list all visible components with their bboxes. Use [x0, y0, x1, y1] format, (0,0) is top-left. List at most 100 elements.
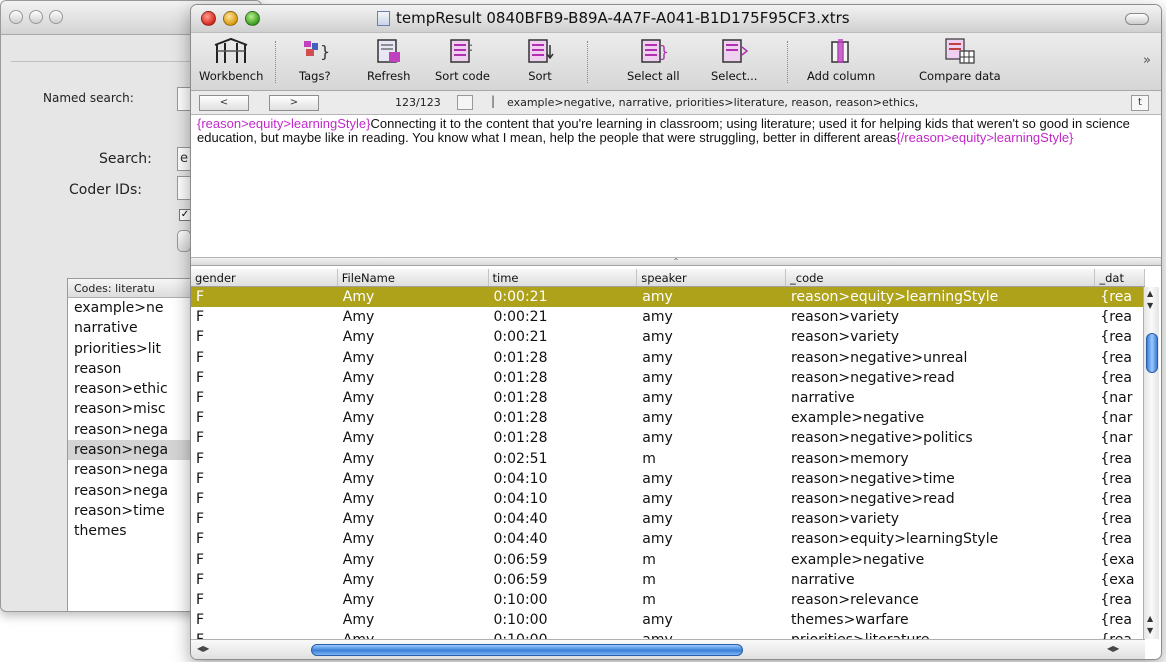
table-row[interactable]: F Amy 0:00:21 amy reason>variety {rea	[191, 327, 1145, 347]
table-row[interactable]: F Amy 0:10:00 m reason>relevance {rea	[191, 589, 1145, 610]
sort-code-button[interactable]: : Sort code	[435, 36, 490, 83]
cell-speaker: amy	[642, 490, 673, 507]
cell-code: reason>negative>unreal	[791, 349, 968, 366]
scroll-down-icon[interactable]: ▼	[1147, 626, 1153, 635]
cell-speaker: amy	[642, 369, 673, 386]
record-field[interactable]	[457, 95, 473, 110]
table-row[interactable]: F Amy 0:04:40 amy reason>variety {rea	[191, 509, 1145, 530]
add-column-button[interactable]: Add column	[807, 36, 875, 83]
table-row[interactable]: F Amy 0:04:40 amy reason>equity>learningStyl…	[191, 529, 1145, 549]
table-row[interactable]: F Amy 0:02:51 m reason>memory {rea	[191, 449, 1145, 469]
cell-data: {rea	[1100, 289, 1132, 306]
close-button[interactable]	[201, 11, 216, 26]
table-row[interactable]: FAmy0:10:00amypriorities>literature{rea	[191, 630, 1145, 639]
table-row[interactable]: F Amy 0:01:28 amy reason>negative>read {rea	[191, 368, 1145, 388]
table-row[interactable]: F Amy 0:00:21 amy reason>variety {rea	[191, 307, 1145, 328]
table-row[interactable]: F Amy 0:06:59 m example>negative {exa	[191, 549, 1145, 570]
cell-filename: Amy	[342, 490, 375, 507]
sort-code-label: Sort code	[435, 69, 490, 83]
zoom-button-inactive[interactable]	[49, 10, 63, 24]
svg-text:}: }	[659, 42, 668, 61]
refresh-button[interactable]: Refresh	[367, 36, 410, 83]
tags-icon: }	[300, 36, 330, 66]
horizontal-scroll-thumb[interactable]	[311, 644, 743, 656]
compare-data-label: Compare data	[919, 69, 1001, 83]
column-header-time[interactable]: time	[489, 269, 638, 286]
column-header-speaker[interactable]: speaker	[637, 269, 787, 286]
add-column-label: Add column	[807, 69, 876, 83]
previous-button[interactable]: <	[199, 95, 249, 111]
cell-filename: Amy	[342, 410, 375, 427]
table-row[interactable]: F Amy 0:01:28 amy reason>negative>politics {n…	[191, 428, 1145, 449]
vertical-scrollbar[interactable]: ▲ ▼ ▲ ▼	[1143, 287, 1159, 639]
toolbar-overflow-icon[interactable]: »	[1143, 53, 1151, 68]
table-row[interactable]: F Amy 0:04:10 amy reason>negative>time {rea	[191, 468, 1145, 489]
cell-code: narrative	[791, 390, 855, 407]
tags-button[interactable]: } Tags?	[299, 36, 331, 83]
column-header-code[interactable]: _code	[786, 269, 1096, 286]
column-header-data[interactable]: _dat	[1095, 269, 1145, 286]
pane-splitter[interactable]: ⌃	[191, 257, 1161, 266]
cell-time: 0:04:40	[493, 511, 548, 528]
select-label: Select...	[711, 69, 758, 83]
cell-data: {nar	[1100, 430, 1133, 447]
column-header-gender[interactable]: gender	[191, 269, 338, 286]
select-all-button[interactable]: } Select all	[627, 36, 680, 83]
table-row[interactable]: F Amy 0:06:59 m narrative {exa	[191, 570, 1145, 590]
cell-speaker: amy	[642, 470, 673, 487]
close-button-inactive[interactable]	[9, 10, 23, 24]
cell-time: 0:10:00	[489, 632, 638, 639]
transcript-text[interactable]: {reason>equity>learningStyle}Connecting …	[191, 115, 1161, 257]
cell-code: priorities>literature	[786, 632, 1095, 639]
table-body: F Amy 0:00:21 amy reason>equity>learningStyl…	[191, 287, 1145, 639]
window-titlebar[interactable]: tempResult 0840BFB9-B89A-4A7F-A041-B1D17…	[191, 5, 1161, 33]
next-button[interactable]: >	[269, 95, 319, 111]
cell-gender: F	[196, 289, 205, 306]
scroll-down-icon[interactable]: ▼	[1147, 301, 1153, 310]
scroll-left-icon[interactable]: ◀▶	[197, 644, 211, 656]
search-button[interactable]	[177, 230, 191, 252]
cell-speaker: amy	[642, 309, 673, 326]
cell-filename: Amy	[342, 531, 375, 548]
cell-gender: F	[196, 490, 205, 507]
cell-time: 0:00:21	[493, 329, 548, 346]
table-row[interactable]: F Amy 0:01:28 amy example>negative {nar	[191, 408, 1145, 428]
cell-code: narrative	[791, 571, 855, 588]
cell-data: {rea	[1100, 309, 1132, 326]
open-code-tag: {reason>equity>learningStyle}	[197, 116, 371, 131]
cell-code: reason>negative>time	[791, 470, 955, 487]
cell-code: reason>memory	[791, 450, 909, 467]
select-button[interactable]: Select...	[711, 36, 757, 83]
search-label: Search:	[99, 151, 152, 167]
cell-speaker: m	[642, 571, 656, 588]
workbench-icon	[211, 36, 251, 66]
t-button[interactable]: t	[1131, 95, 1149, 111]
compare-data-button[interactable]: Compare data	[919, 36, 1001, 83]
cell-code: reason>variety	[791, 309, 900, 326]
cell-code: reason>negative>read	[791, 369, 955, 386]
scroll-left-icon[interactable]: ◀▶	[1107, 644, 1121, 656]
window-title: tempResult 0840BFB9-B89A-4A7F-A041-B1D17…	[377, 9, 850, 27]
svg-text:}: }	[320, 42, 330, 61]
cell-gender: F	[196, 329, 205, 346]
scroll-up-icon[interactable]: ▲	[1147, 614, 1153, 623]
column-header-filename[interactable]: FileName	[338, 269, 489, 286]
zoom-button[interactable]	[245, 11, 260, 26]
cell-data: {rea	[1100, 470, 1132, 487]
table-row[interactable]: F Amy 0:01:28 amy reason>negative>unreal {rea	[191, 347, 1145, 368]
toolbar-toggle-button[interactable]	[1125, 13, 1149, 25]
minimize-button[interactable]	[223, 11, 238, 26]
select-icon	[719, 36, 749, 66]
table-row[interactable]: F Amy 0:00:21 amy reason>equity>learningStyl…	[191, 287, 1145, 308]
sort-button[interactable]: Sort	[525, 36, 555, 83]
cell-time: 0:01:28	[493, 430, 548, 447]
vertical-scroll-thumb[interactable]	[1146, 333, 1158, 373]
workbench-button[interactable]: Workbench	[199, 36, 263, 83]
table-row[interactable]: F Amy 0:04:10 amy reason>negative>read {rea	[191, 489, 1145, 509]
horizontal-scrollbar[interactable]: ◀▶ ◀▶	[191, 639, 1145, 659]
scroll-up-icon[interactable]: ▲	[1147, 289, 1153, 298]
record-codes: example>negative, narrative, priorities>…	[507, 96, 919, 109]
minimize-button-inactive[interactable]	[29, 10, 43, 24]
table-row[interactable]: F Amy 0:10:00 amy themes>warfare {rea	[191, 610, 1145, 630]
table-row[interactable]: F Amy 0:01:28 amy narrative {nar	[191, 387, 1145, 409]
